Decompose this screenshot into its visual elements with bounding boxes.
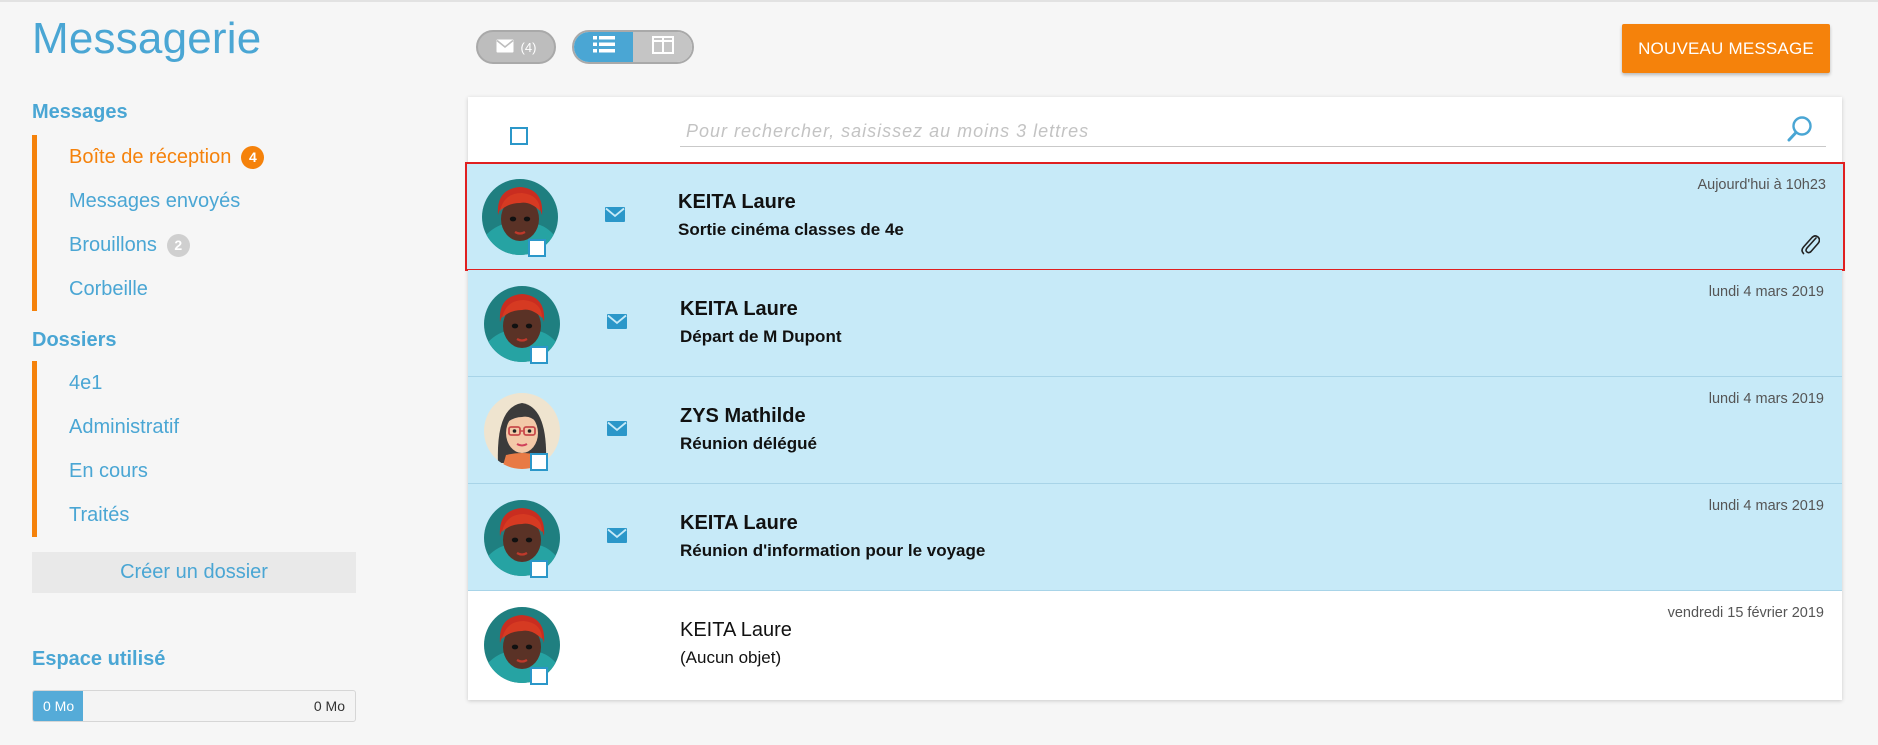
- envelope-icon: [607, 314, 627, 334]
- sidebar-item-label: En cours: [69, 459, 148, 482]
- storage-section-title: Espace utilisé: [32, 648, 166, 670]
- message-checkbox[interactable]: [530, 667, 548, 685]
- unread-mail-filter[interactable]: (4): [476, 30, 556, 64]
- envelope-icon: [605, 207, 625, 227]
- select-all-checkbox[interactable]: [510, 127, 528, 145]
- message-subject: (Aucun objet): [680, 648, 782, 667]
- sidebar-item-folder-traites[interactable]: Traités: [37, 493, 179, 537]
- split-view-button[interactable]: [633, 32, 692, 62]
- create-folder-button[interactable]: Créer un dossier: [32, 552, 356, 593]
- sidebar-item-label: Administratif: [69, 415, 180, 438]
- sidebar-item-label: Boîte de réception: [69, 145, 232, 168]
- message-row[interactable]: KEITA Laure Réunion d'information pour l…: [468, 484, 1842, 591]
- sidebar-item-label: Traités: [69, 503, 130, 526]
- search-row: [468, 97, 1842, 163]
- message-checkbox[interactable]: [530, 453, 548, 471]
- message-row[interactable]: KEITA Laure (Aucun objet) vendredi 15 fé…: [468, 591, 1842, 698]
- top-divider: [0, 0, 1878, 2]
- messages-nav: Boîte de réception 4 Messages envoyés Br…: [32, 135, 265, 311]
- message-date: lundi 4 mars 2019: [1708, 498, 1824, 514]
- message-date: Aujourd'hui à 10h23: [1697, 177, 1826, 193]
- storage-max-value: 0 Mo: [313, 698, 345, 714]
- redhead-avatar: [484, 607, 560, 683]
- search-icon[interactable]: [1786, 115, 1814, 148]
- message-sender: ZYS Mathilde: [680, 405, 806, 427]
- sidebar-item-drafts[interactable]: Brouillons 2: [37, 223, 264, 267]
- split-view-icon: [651, 35, 674, 59]
- message-checkbox[interactable]: [528, 239, 546, 257]
- app-title: Messagerie: [32, 14, 262, 63]
- sidebar-item-sent[interactable]: Messages envoyés: [37, 179, 264, 223]
- message-checkbox[interactable]: [530, 346, 548, 364]
- message-date: lundi 4 mars 2019: [1708, 391, 1824, 407]
- sidebar-item-inbox[interactable]: Boîte de réception 4: [37, 135, 265, 179]
- list-view-button[interactable]: [574, 32, 633, 62]
- unread-mail-count: (4): [520, 39, 537, 55]
- search-input[interactable]: [680, 117, 1826, 147]
- sidebar-item-folder-4e1[interactable]: 4e1: [37, 361, 179, 405]
- sidebar-item-folder-en-cours[interactable]: En cours: [37, 449, 179, 493]
- message-subject: Départ de M Dupont: [680, 327, 842, 346]
- redhead-avatar: [484, 286, 560, 362]
- glasses-avatar: [484, 393, 560, 469]
- message-date: vendredi 15 février 2019: [1667, 605, 1824, 621]
- envelope-icon: [496, 39, 514, 56]
- envelope-icon: [607, 528, 627, 548]
- message-subject: Sortie cinéma classes de 4e: [678, 220, 904, 239]
- view-mode-toggle: [572, 30, 694, 64]
- sidebar-item-label: Messages envoyés: [69, 189, 241, 212]
- envelope-icon: [607, 421, 627, 441]
- message-row[interactable]: KEITA Laure Sortie cinéma classes de 4e …: [465, 162, 1845, 271]
- message-date: lundi 4 mars 2019: [1708, 284, 1824, 300]
- new-message-button[interactable]: NOUVEAU MESSAGE: [1622, 24, 1830, 73]
- message-subject: Réunion délégué: [680, 434, 817, 453]
- storage-usage-bar: 0 Mo 0 Mo: [32, 690, 356, 722]
- folders-nav: 4e1 Administratif En cours Traités: [32, 361, 179, 537]
- message-list-panel: KEITA Laure Sortie cinéma classes de 4e …: [465, 97, 1845, 700]
- folders-section-title: Dossiers: [32, 329, 117, 351]
- storage-used-value: 0 Mo: [33, 691, 83, 721]
- inbox-unread-badge: 4: [241, 145, 265, 169]
- redhead-avatar: [484, 500, 560, 576]
- sidebar-item-label: Corbeille: [69, 277, 148, 300]
- message-row[interactable]: KEITA Laure Départ de M Dupont lundi 4 m…: [468, 270, 1842, 377]
- sidebar-item-trash[interactable]: Corbeille: [37, 267, 264, 311]
- message-sender: KEITA Laure: [680, 512, 798, 534]
- message-sender: KEITA Laure: [680, 298, 798, 320]
- sidebar-item-folder-administratif[interactable]: Administratif: [37, 405, 179, 449]
- sidebar-item-label: 4e1: [69, 371, 103, 394]
- message-sender: KEITA Laure: [678, 191, 796, 213]
- list-icon: [592, 36, 615, 58]
- drafts-count-badge: 2: [166, 233, 190, 257]
- message-checkbox[interactable]: [530, 560, 548, 578]
- message-subject: Réunion d'information pour le voyage: [680, 541, 986, 560]
- message-sender: KEITA Laure: [680, 619, 792, 641]
- messages-section-title: Messages: [32, 101, 128, 123]
- sidebar-item-label: Brouillons: [69, 233, 157, 256]
- message-row[interactable]: ZYS Mathilde Réunion délégué lundi 4 mar…: [468, 377, 1842, 484]
- redhead-avatar: [482, 179, 558, 255]
- paperclip-icon: [1800, 233, 1821, 260]
